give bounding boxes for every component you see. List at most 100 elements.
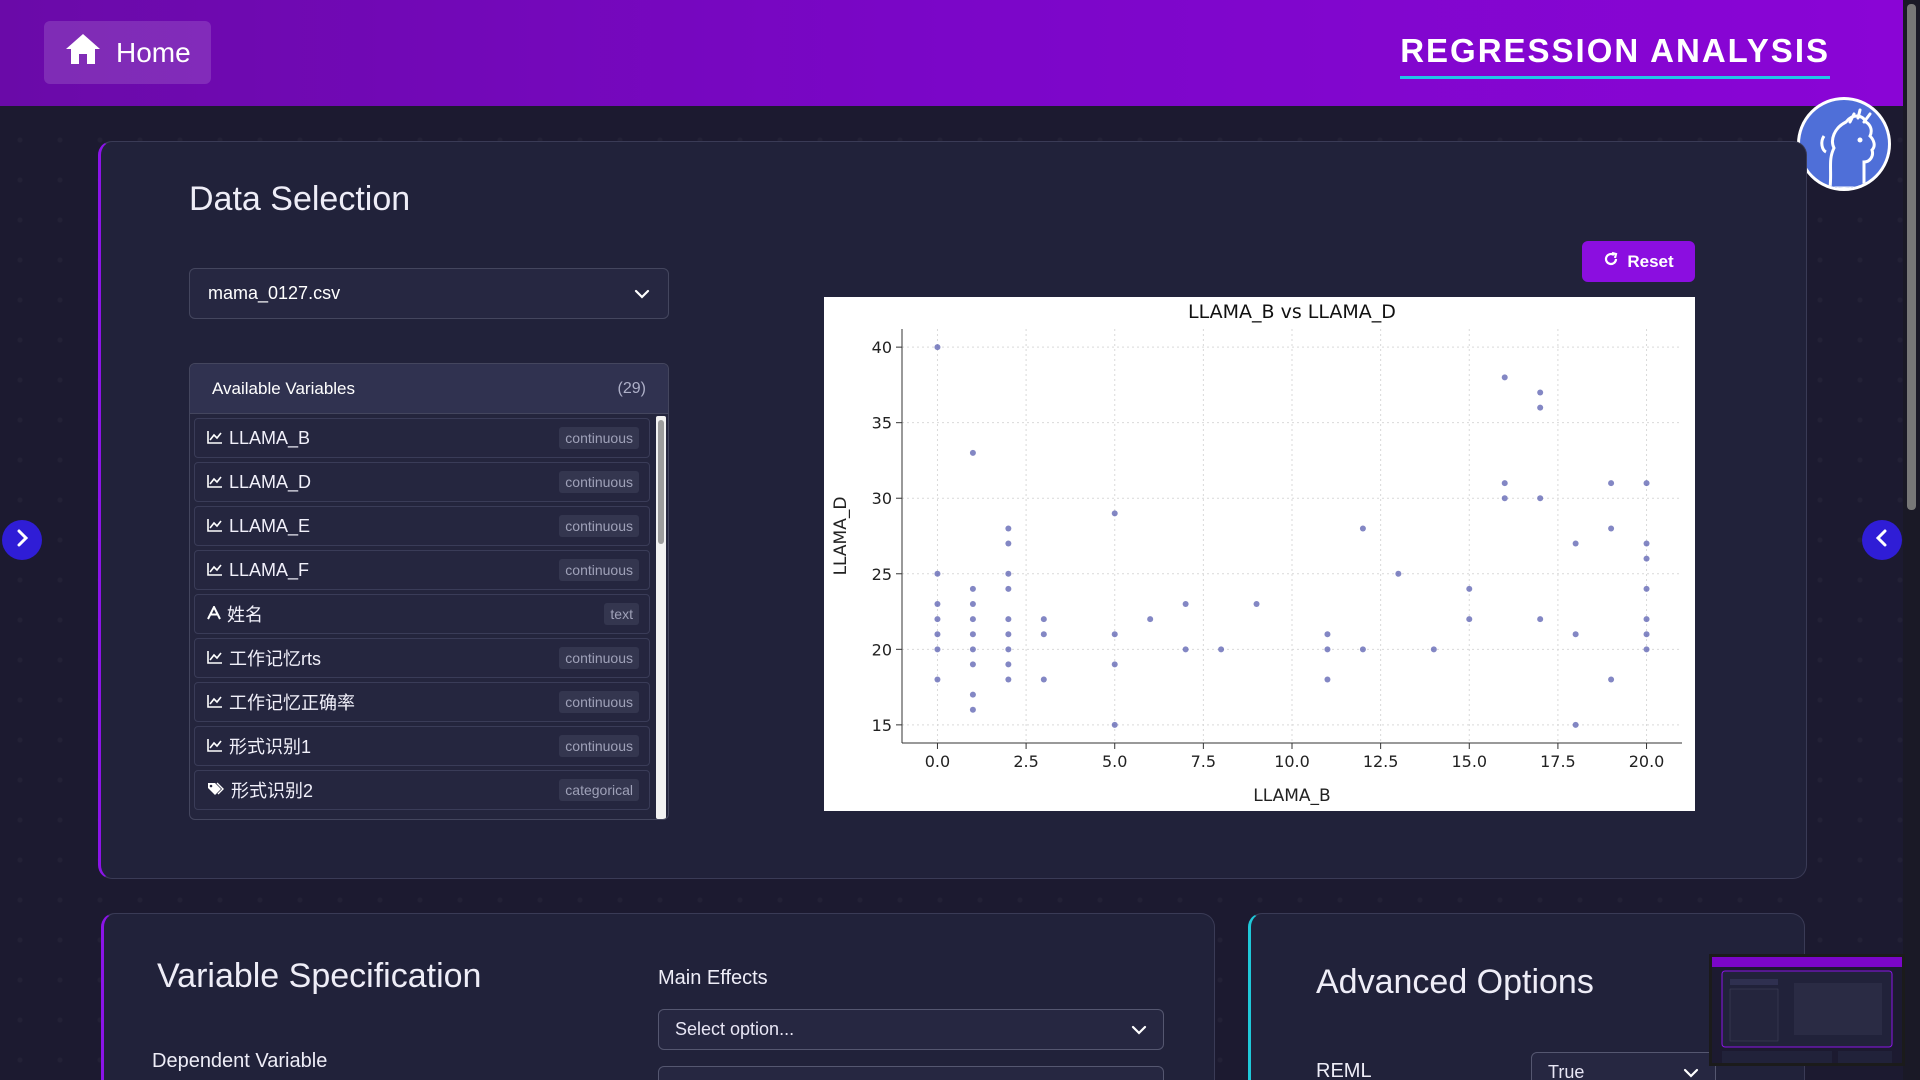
data-point [1218, 646, 1225, 653]
data-point [1147, 616, 1154, 623]
data-point [1111, 721, 1118, 728]
x-tick-label: 5.0 [1102, 752, 1127, 771]
page-minimap[interactable] [1709, 954, 1905, 1066]
variable-row[interactable]: LLAMA_F continuous [194, 550, 650, 590]
previous-arrow-button[interactable] [2, 520, 42, 560]
variable-row[interactable]: 形式识别1 continuous [194, 726, 650, 766]
chevron-left-icon [1873, 529, 1891, 552]
data-point [1466, 616, 1473, 623]
data-point [1537, 404, 1544, 411]
variable-row[interactable]: 工作记忆正确率 continuous [194, 682, 650, 722]
data-point [969, 585, 976, 592]
data-point [1537, 616, 1544, 623]
data-point [1572, 540, 1579, 547]
text-font-icon [207, 604, 221, 625]
data-point [969, 691, 976, 698]
data-point [1005, 585, 1012, 592]
variable-name: 形式识别1 [207, 733, 311, 759]
variable-row[interactable]: LLAMA_B continuous [194, 418, 650, 458]
variable-row[interactable]: 姓名 text [194, 594, 650, 634]
y-tick-label: 25 [872, 565, 892, 584]
data-point [969, 616, 976, 623]
x-tick-label: 12.5 [1363, 752, 1399, 771]
variable-row[interactable]: LLAMA_D continuous [194, 462, 650, 502]
variable-list-scrollbar[interactable] [656, 416, 666, 819]
variable-name: LLAMA_E [207, 516, 310, 537]
data-point [1501, 374, 1508, 381]
data-point [1430, 646, 1437, 653]
file-select-value: mama_0127.csv [208, 283, 341, 303]
variable-row[interactable]: 形式识别2 categorical [194, 770, 650, 810]
data-point [1111, 631, 1118, 638]
variable-type-badge: continuous [559, 471, 639, 493]
data-point [1005, 540, 1012, 547]
home-button[interactable]: Home [44, 21, 211, 84]
avatar[interactable] [1797, 97, 1891, 191]
data-point [1005, 525, 1012, 532]
reset-button[interactable]: Reset [1582, 241, 1695, 282]
variable-name: LLAMA_B [207, 428, 310, 449]
variable-name: 姓名 [207, 601, 263, 627]
refresh-icon [1603, 251, 1619, 272]
data-point [1359, 525, 1366, 532]
variable-label: LLAMA_B [229, 427, 311, 448]
data-point [1005, 676, 1012, 683]
available-variables-header: Available Variables (29) [190, 364, 668, 414]
data-point [934, 616, 941, 623]
variable-row[interactable]: 工作记忆rts continuous [194, 638, 650, 678]
data-point [1643, 540, 1650, 547]
data-point [1005, 661, 1012, 668]
x-tick-label: 15.0 [1451, 752, 1487, 771]
data-point [1501, 495, 1508, 502]
data-point [969, 661, 976, 668]
y-tick-label: 20 [872, 640, 892, 659]
variable-row[interactable]: LLAMA_E continuous [194, 506, 650, 546]
variable-label: 工作记忆正确率 [229, 693, 355, 713]
main-effects-placeholder: Select option... [675, 1019, 795, 1039]
reml-select[interactable]: True [1531, 1052, 1716, 1080]
variable-label: LLAMA_F [229, 559, 310, 580]
chart-line-icon [207, 516, 223, 537]
variable-type-badge: continuous [559, 559, 639, 581]
data-point [969, 706, 976, 713]
data-point [1643, 480, 1650, 487]
variable-label: 工作记忆rts [229, 649, 321, 669]
reset-label: Reset [1627, 251, 1674, 271]
data-point [1572, 631, 1579, 638]
data-point [1537, 389, 1544, 396]
file-select[interactable]: mama_0127.csv [189, 268, 669, 319]
data-point [1643, 555, 1650, 562]
main-effects-select[interactable]: Select option... [658, 1009, 1164, 1050]
data-point [1005, 616, 1012, 623]
main-effects-label: Main Effects [658, 967, 768, 989]
data-point [1501, 480, 1508, 487]
app-title: REGRESSION ANALYSIS [1400, 32, 1830, 79]
y-axis-label: LLAMA_D [831, 497, 851, 576]
x-tick-label: 10.0 [1274, 752, 1310, 771]
variable-type-badge: continuous [559, 647, 639, 669]
variable-label: LLAMA_D [229, 471, 312, 492]
data-point [1040, 616, 1047, 623]
data-point [969, 646, 976, 653]
next-arrow-button[interactable] [1862, 520, 1902, 560]
page-scrollbar[interactable] [1903, 0, 1920, 1080]
data-point [1111, 661, 1118, 668]
data-point [934, 646, 941, 653]
data-point [1572, 721, 1579, 728]
variable-name: 形式识别2 [207, 777, 313, 803]
x-tick-label: 0.0 [925, 752, 950, 771]
x-tick-label: 17.5 [1540, 752, 1576, 771]
data-point [1643, 631, 1650, 638]
data-point [969, 631, 976, 638]
variable-name: 工作记忆正确率 [207, 689, 355, 715]
data-selection-title: Data Selection [189, 180, 411, 218]
variable-type-badge: text [604, 603, 639, 625]
chart-line-icon [207, 428, 223, 449]
data-point [1395, 570, 1402, 577]
data-point [934, 570, 941, 577]
secondary-select[interactable] [658, 1066, 1164, 1080]
chevron-down-icon [1683, 1062, 1699, 1080]
data-point [1643, 616, 1650, 623]
variable-type-badge: continuous [559, 735, 639, 757]
y-tick-label: 35 [872, 414, 892, 433]
